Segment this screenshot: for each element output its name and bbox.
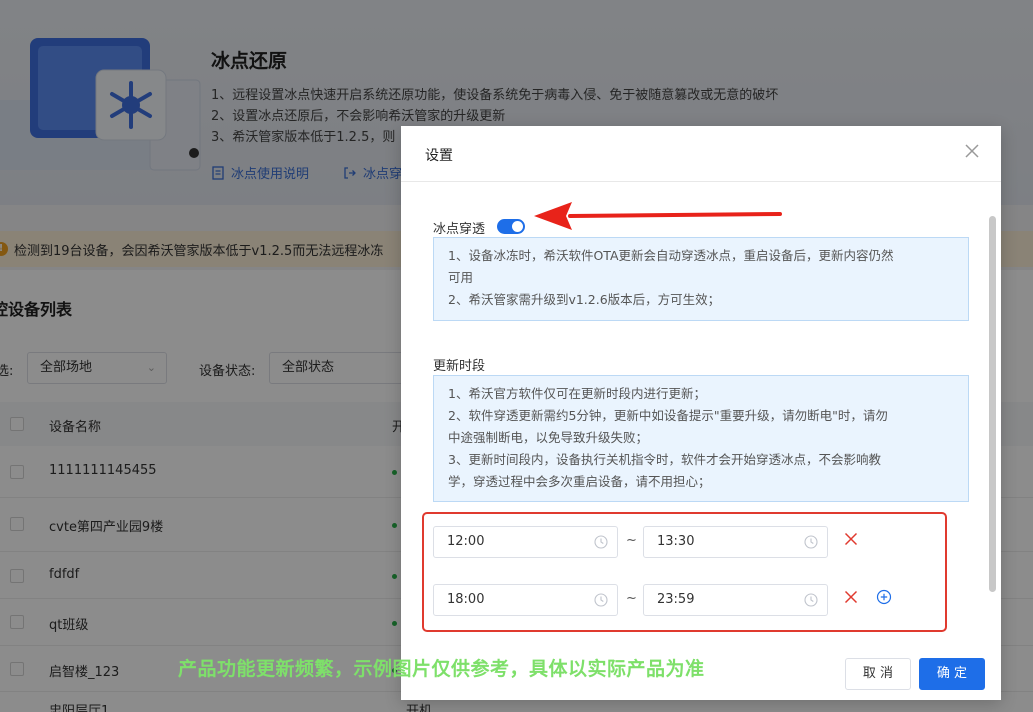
clock-icon — [804, 593, 818, 607]
info-line: 2、希沃管家需升级到v1.2.6版本后，方可生效； — [448, 292, 721, 307]
info-line: 3、更新时间段内，设备执行关机指令时，软件才会开始穿透冰点，不会影响教 — [448, 452, 881, 467]
update-period-label: 更新时段 — [433, 359, 486, 374]
cancel-button[interactable]: 取 消 — [845, 658, 911, 690]
info-line: 可用 — [448, 270, 474, 285]
info-line: 学，穿透过程中会多次重启设备，请不用担心； — [448, 474, 711, 489]
info-line: 2、软件穿透更新需约5分钟，更新中如设备提示"重要升级，请勿断电"时，请勿 — [448, 408, 888, 423]
range-separator: ~ — [626, 533, 637, 548]
clock-icon — [594, 593, 608, 607]
close-icon[interactable] — [963, 142, 981, 160]
penetrate-info-box: 1、设备冰冻时，希沃软件OTA更新会自动穿透冰点，重启设备后，更新内容仍然 可用… — [433, 237, 969, 321]
add-range-icon[interactable] — [876, 589, 892, 605]
start-time-value: 18:00 — [447, 592, 485, 607]
start-time-input[interactable]: 12:00 — [433, 526, 618, 558]
freeze-penetrate-label: 冰点穿透 — [433, 222, 486, 237]
confirm-button[interactable]: 确 定 — [919, 658, 985, 690]
freeze-penetrate-toggle[interactable] — [497, 219, 525, 234]
end-time-input[interactable]: 23:59 — [643, 584, 828, 616]
range-separator: ~ — [626, 591, 637, 606]
start-time-value: 12:00 — [447, 534, 485, 549]
end-time-input[interactable]: 13:30 — [643, 526, 828, 558]
clock-icon — [804, 535, 818, 549]
info-line: 1、设备冰冻时，希沃软件OTA更新会自动穿透冰点，重启设备后，更新内容仍然 — [448, 248, 894, 263]
delete-range-icon[interactable] — [843, 589, 859, 605]
toggle-knob — [512, 221, 523, 232]
end-time-value: 13:30 — [657, 534, 695, 549]
dialog-scrollbar[interactable] — [989, 216, 996, 592]
dialog-title: 设置 — [425, 148, 453, 164]
end-time-value: 23:59 — [657, 592, 695, 607]
dialog-header: 设置 — [401, 126, 1001, 182]
update-info-box: 1、希沃官方软件仅可在更新时段内进行更新； 2、软件穿透更新需约5分钟，更新中如… — [433, 375, 969, 502]
delete-range-icon[interactable] — [843, 531, 859, 547]
clock-icon — [594, 535, 608, 549]
watermark-text: 产品功能更新频繁，示例图片仅供参考，具体以实际产品为准 — [178, 658, 705, 680]
annotation-arrow-icon — [534, 202, 782, 230]
start-time-input[interactable]: 18:00 — [433, 584, 618, 616]
info-line: 中途强制断电，以免导致升级失败； — [448, 430, 649, 445]
info-line: 1、希沃官方软件仅可在更新时段内进行更新； — [448, 386, 706, 401]
